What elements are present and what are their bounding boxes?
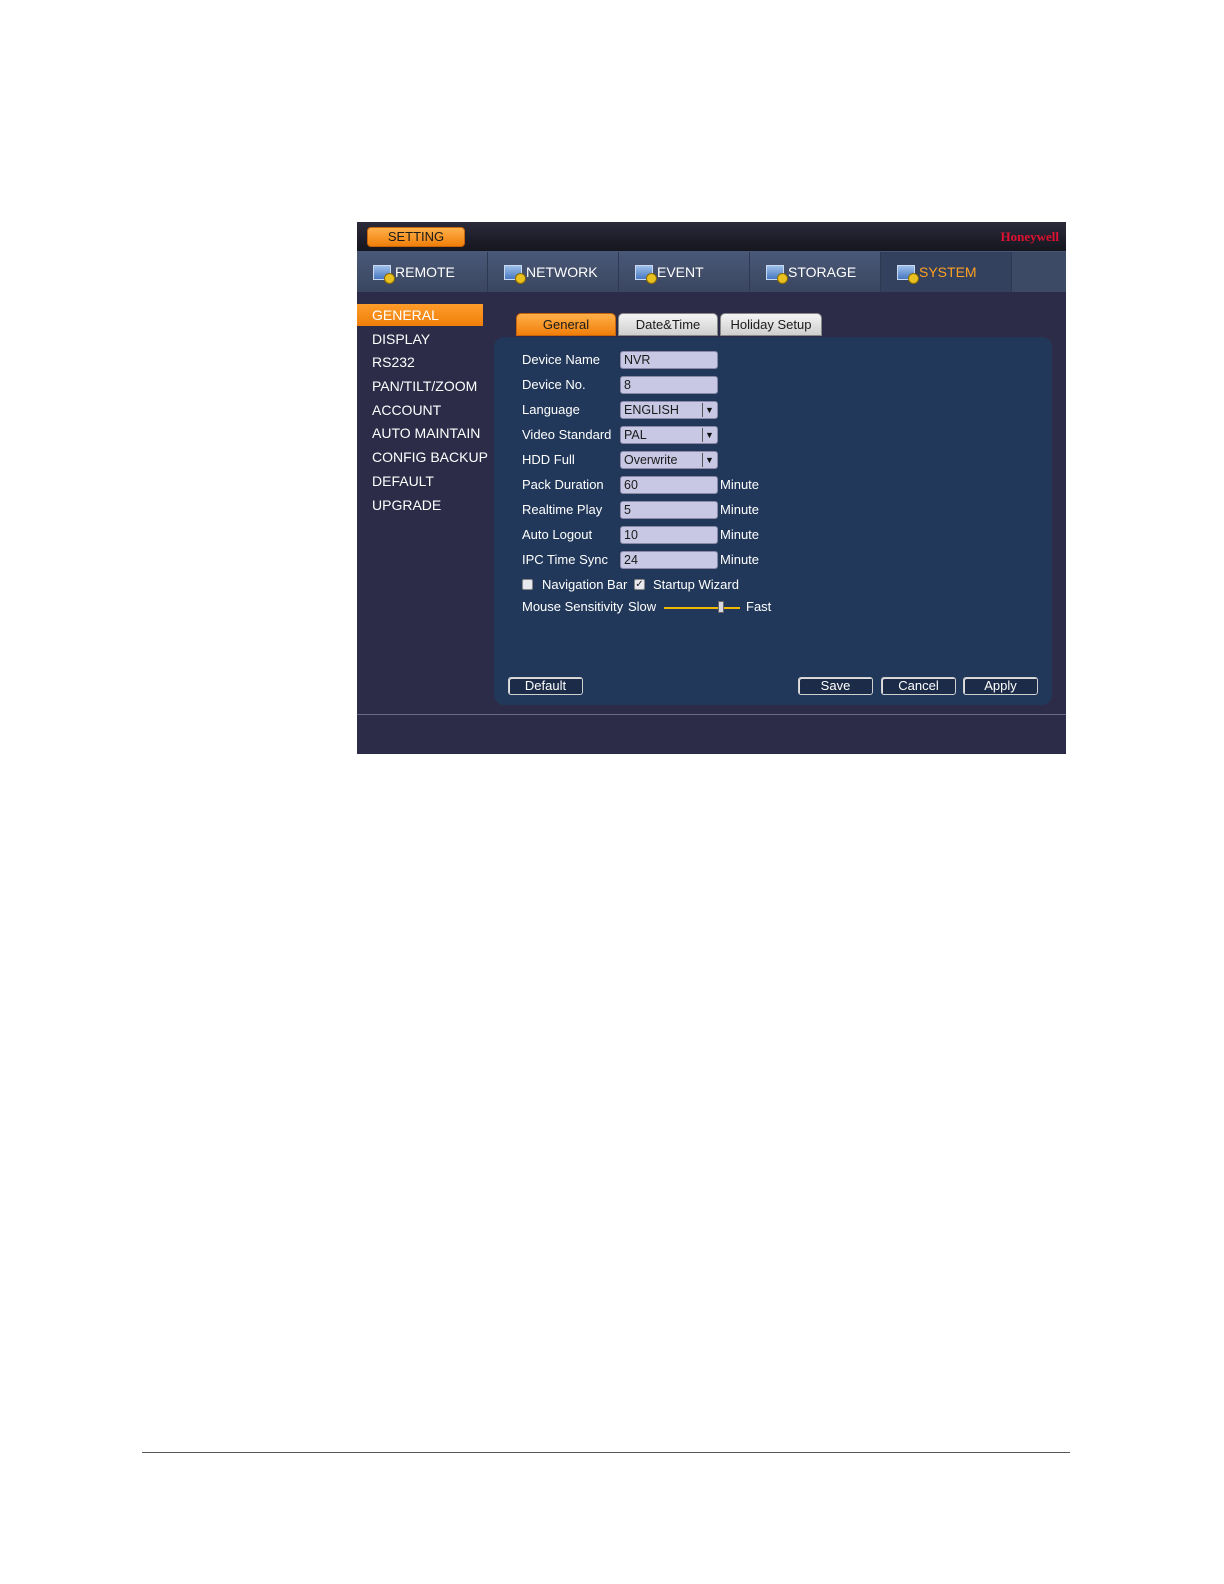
mouse-sensitivity-label: Mouse Sensitivity	[522, 599, 624, 614]
status-divider	[357, 714, 1066, 715]
sidebar-item-config-backup[interactable]: CONFIG BACKUP	[357, 446, 488, 468]
system-icon	[897, 264, 919, 284]
mouse-sensitivity-slider[interactable]	[664, 607, 740, 609]
pack-duration-field[interactable]: 60	[620, 476, 718, 494]
sidebar-item-general[interactable]: GENERAL	[357, 304, 483, 326]
navigation-bar-checkbox[interactable]	[522, 579, 533, 590]
subtab-holiday-setup[interactable]: Holiday Setup	[720, 313, 822, 336]
pack-duration-label: Pack Duration	[522, 477, 604, 492]
sidebar-item-account[interactable]: ACCOUNT	[357, 399, 483, 421]
storage-icon	[766, 264, 788, 284]
default-button[interactable]: Default	[508, 677, 583, 695]
sidebar-item-default[interactable]: DEFAULT	[357, 470, 483, 492]
slider-min-label: Slow	[628, 599, 657, 614]
brand-logo: Honeywell	[1000, 229, 1060, 244]
tab-remote-label: REMOTE	[395, 264, 455, 280]
video-standard-label: Video Standard	[522, 427, 612, 442]
hdd-full-select[interactable]: Overwrite ▼	[620, 451, 718, 469]
auto-logout-unit: Minute	[720, 527, 760, 542]
device-no-label: Device No.	[522, 377, 586, 392]
sidebar: GENERAL DISPLAY RS232 PAN/TILT/ZOOM ACCO…	[357, 304, 488, 517]
video-standard-select[interactable]: PAL ▼	[620, 426, 718, 444]
tab-event-label: EVENT	[657, 264, 704, 280]
sidebar-item-display[interactable]: DISPLAY	[357, 328, 483, 350]
realtime-play-label: Realtime Play	[522, 502, 603, 517]
ipc-time-sync-label: IPC Time Sync	[522, 552, 608, 567]
subtab-general[interactable]: General	[516, 313, 616, 336]
hdd-full-value: Overwrite	[624, 453, 678, 467]
ipc-time-sync-field[interactable]: 24	[620, 551, 718, 569]
navigation-bar-label: Navigation Bar	[542, 577, 628, 592]
sidebar-item-upgrade[interactable]: UPGRADE	[357, 494, 483, 516]
chevron-down-icon: ▼	[702, 428, 716, 442]
video-standard-value: PAL	[624, 428, 647, 442]
slider-max-label: Fast	[746, 599, 772, 614]
settings-window: SETTING Honeywell REMOTE NETWORK EVENT S…	[357, 222, 1066, 754]
ipc-time-sync-unit: Minute	[720, 552, 760, 567]
cancel-button[interactable]: Cancel	[881, 677, 956, 695]
startup-wizard-label: Startup Wizard	[653, 577, 739, 592]
tab-network[interactable]: NETWORK	[488, 252, 619, 292]
language-value: ENGLISH	[624, 403, 679, 417]
save-button[interactable]: Save	[798, 677, 873, 695]
language-label: Language	[522, 402, 580, 417]
chevron-down-icon: ▼	[702, 403, 716, 417]
window-title: SETTING	[367, 227, 465, 247]
realtime-play-field[interactable]: 5	[620, 501, 718, 519]
hdd-full-label: HDD Full	[522, 452, 575, 467]
apply-button[interactable]: Apply	[963, 677, 1038, 695]
sidebar-item-rs232[interactable]: RS232	[357, 351, 483, 373]
general-settings-panel: Device Name NVR Device No. 8 Language EN…	[494, 337, 1052, 705]
auto-logout-field[interactable]: 10	[620, 526, 718, 544]
tab-system-label: SYSTEM	[919, 264, 977, 280]
chevron-down-icon: ▼	[702, 453, 716, 467]
pack-duration-unit: Minute	[720, 477, 760, 492]
tab-event[interactable]: EVENT	[619, 252, 750, 292]
subtab-date-time[interactable]: Date&Time	[618, 313, 718, 336]
tab-storage[interactable]: STORAGE	[750, 252, 881, 292]
slider-handle[interactable]	[718, 601, 724, 613]
tab-remote[interactable]: REMOTE	[357, 252, 488, 292]
top-nav: REMOTE NETWORK EVENT STORAGE SYSTEM	[357, 251, 1066, 292]
auto-logout-label: Auto Logout	[522, 527, 593, 542]
tab-network-label: NETWORK	[526, 264, 598, 280]
mouse-sensitivity-row: Mouse Sensitivity Slow Fast	[494, 598, 1052, 618]
tab-storage-label: STORAGE	[788, 264, 857, 280]
device-name-field[interactable]: NVR	[620, 351, 718, 369]
sidebar-item-auto-maintain[interactable]: AUTO MAINTAIN	[357, 422, 483, 444]
remote-icon	[373, 264, 395, 284]
sub-tabs: General Date&Time Holiday Setup	[516, 313, 824, 337]
network-icon	[504, 264, 526, 284]
title-bar: SETTING Honeywell	[357, 222, 1066, 251]
page-footer-rule	[142, 1452, 1070, 1453]
device-name-label: Device Name	[522, 352, 601, 367]
startup-wizard-checkbox[interactable]: ✓	[634, 579, 645, 590]
sidebar-item-pan-tilt-zoom[interactable]: PAN/TILT/ZOOM	[357, 375, 483, 397]
device-no-field[interactable]: 8	[620, 376, 718, 394]
event-icon	[635, 264, 657, 284]
realtime-play-unit: Minute	[720, 502, 760, 517]
tab-system[interactable]: SYSTEM	[881, 252, 1012, 292]
checkbox-row: Navigation Bar ✓ Startup Wizard	[494, 576, 1052, 596]
language-select[interactable]: ENGLISH ▼	[620, 401, 718, 419]
